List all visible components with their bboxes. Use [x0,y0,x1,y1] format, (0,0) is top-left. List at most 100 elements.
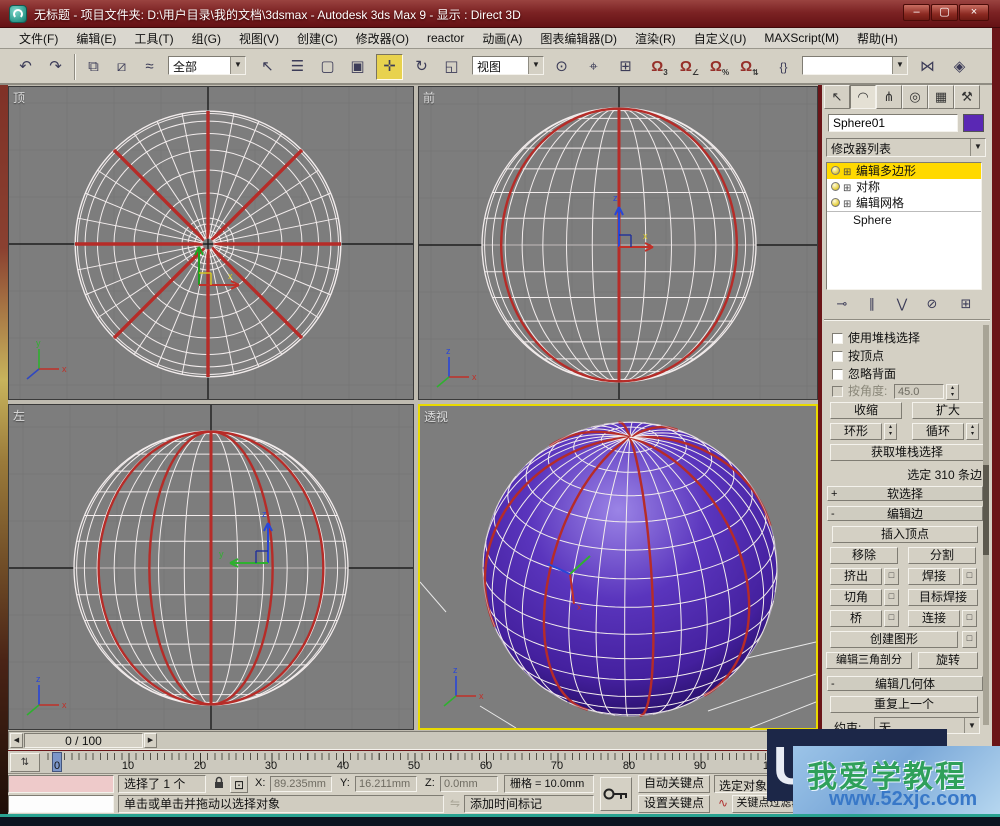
stack-item-edit-mesh[interactable]: ⊞编辑网格 [827,195,981,211]
angle-snap-button[interactable]: Ω∠ [676,54,703,80]
repeat-last-button[interactable]: 重复上一个 [830,696,978,713]
maxscript-mini-listener-pink[interactable] [8,775,114,793]
x-coordinate-field[interactable] [270,776,332,792]
select-and-rotate-button[interactable]: ↻ [408,54,435,80]
object-name-field[interactable] [828,114,958,132]
by-angle-field[interactable] [894,384,944,399]
viewport-left[interactable]: zyzx 左 [8,404,414,730]
make-unique-button[interactable]: ⋁ [890,294,914,314]
menu-views[interactable]: 视图(V) [230,28,288,49]
menu-rendering[interactable]: 渲染(R) [626,28,685,49]
menu-graph-editors[interactable]: 图表编辑器(D) [531,28,626,49]
previous-frame-button[interactable]: ◀ [10,733,23,748]
modifier-list-dropdown[interactable]: 修改器列表 ▼ [826,138,986,157]
shrink-button[interactable]: 收缩 [830,402,902,419]
spinner-snap-button[interactable]: Ω⇅ [736,54,763,80]
tab-create[interactable]: ↖ [824,85,850,109]
viewport-top[interactable]: xyx 顶 [8,86,414,400]
time-slider-handle[interactable]: 0 / 100 [24,733,143,748]
select-object-button[interactable]: ↖ [254,54,281,80]
by-vertex-checkbox[interactable]: 按顶点 [832,350,884,364]
menu-group[interactable]: 组(G) [183,28,230,49]
menu-animation[interactable]: 动画(A) [473,28,531,49]
add-time-tag[interactable]: 添加时间标记 [464,795,594,813]
create-shape-button[interactable]: 创建图形 [830,631,958,648]
align-button[interactable]: ◈ [946,54,973,80]
maximize-button[interactable]: ▢ [931,4,958,21]
snap-3d-button[interactable]: Ω3 [646,54,673,80]
menu-create[interactable]: 创建(C) [288,28,347,49]
by-angle-checkbox[interactable]: 按角度: [832,385,887,399]
viewport-front-label[interactable]: 前 [423,89,435,106]
edit-triangulation-button[interactable]: 编辑三角剖分 [826,652,912,669]
open-mini-curve-editor-button[interactable]: ⇅ [10,753,40,772]
tab-hierarchy[interactable]: ⋔ [876,85,902,109]
grow-button[interactable]: 扩大 [912,402,984,419]
pin-stack-button[interactable]: ⊸ [830,294,854,314]
weld-button[interactable]: 焊接 [908,568,960,585]
close-button[interactable]: × [959,4,989,21]
chamfer-settings-button[interactable]: □ [884,589,899,606]
bridge-button[interactable]: 桥 [830,610,882,627]
set-key-toggle-button[interactable] [600,777,632,811]
menu-help[interactable]: 帮助(H) [848,28,907,49]
reference-coordinate-dropdown[interactable]: 视图 ▼ [472,56,544,75]
remove-modifier-button[interactable]: ⊘ [920,294,944,314]
stack-item-sphere[interactable]: Sphere [827,211,981,227]
ring-button[interactable]: 环形 [830,423,882,440]
menu-maxscript[interactable]: MAXScript(M) [755,29,848,47]
selection-filter-dropdown[interactable]: 全部 ▼ [168,56,246,75]
by-angle-spinner[interactable]: ▴▾ [946,384,959,400]
stack-item-edit-poly[interactable]: ⊞编辑多边形 [827,163,981,179]
menu-customize[interactable]: 自定义(U) [685,28,756,49]
next-frame-button[interactable]: ▶ [144,733,157,748]
stack-item-symmetry[interactable]: ⊞对称 [827,179,981,195]
absolute-offset-mode-button[interactable]: ⊡ [230,776,248,793]
auto-key-button[interactable]: 自动关键点 [638,775,710,793]
tab-display[interactable]: ▦ [928,85,954,109]
split-button[interactable]: 分割 [908,547,976,564]
ignore-backfacing-checkbox[interactable]: 忽略背面 [832,368,896,382]
turn-button[interactable]: 旋转 [918,652,978,669]
rollout-edit-edges[interactable]: -编辑边 [827,506,983,521]
track-bar[interactable]: ⇅ 0 10 20 30 40 50 60 70 80 90 100 [8,751,818,774]
get-stack-selection-button[interactable]: 获取堆栈选择 [830,444,984,461]
select-by-name-button[interactable]: ☰ [284,54,311,80]
select-and-scale-button[interactable]: ◱ [438,54,465,80]
bridge-settings-button[interactable]: □ [884,610,899,627]
use-stack-selection-checkbox[interactable]: 使用堆栈选择 [832,332,920,346]
rectangular-selection-button[interactable]: ▢ [314,54,341,80]
menu-reactor[interactable]: reactor [418,29,473,47]
weld-settings-button[interactable]: □ [962,568,977,585]
insert-vertex-button[interactable]: 插入顶点 [832,526,978,543]
viewport-perspective-label[interactable]: 透视 [424,408,448,425]
tab-modify[interactable]: ◠ [850,85,876,109]
title-bar[interactable]: 无标题 - 项目文件夹: D:\用户目录\我的文档\3dsmax - Autod… [0,0,1000,28]
ring-spinner[interactable]: ▴▾ [884,423,897,440]
named-selection-dropdown[interactable]: ▼ [802,56,908,75]
unlink-selection-button[interactable]: ⧄ [108,54,135,80]
rollout-soft-selection[interactable]: +软选择 [827,486,983,501]
app-icon[interactable] [9,5,27,23]
use-pivot-center-button[interactable]: ⊙ [548,54,575,80]
rollout-edit-geometry[interactable]: -编辑几何体 [827,676,983,691]
chamfer-button[interactable]: 切角 [830,589,882,606]
percent-snap-button[interactable]: Ω% [706,54,733,80]
select-and-manipulate-button[interactable]: ⌖ [580,54,607,80]
maxscript-mini-listener-white[interactable] [8,795,114,813]
loop-spinner[interactable]: ▴▾ [966,423,979,440]
configure-modifier-sets-button[interactable]: ⊞ [954,294,978,314]
select-and-move-button[interactable]: ✛ [376,54,403,80]
menu-tools[interactable]: 工具(T) [125,28,182,49]
mirror-button[interactable]: ⋈ [914,54,941,80]
extrude-button[interactable]: 挤出 [830,568,882,585]
selection-lock-button[interactable] [210,776,228,793]
viewport-front[interactable]: zxzx 前 [418,86,818,400]
extrude-settings-button[interactable]: □ [884,568,899,585]
minimize-button[interactable]: – [903,4,930,21]
select-and-link-button[interactable]: ⧉ [80,54,107,80]
z-coordinate-field[interactable] [440,776,498,792]
undo-button[interactable]: ↶ [12,54,39,80]
viewport-left-label[interactable]: 左 [13,407,25,424]
loop-button[interactable]: 循环 [912,423,964,440]
